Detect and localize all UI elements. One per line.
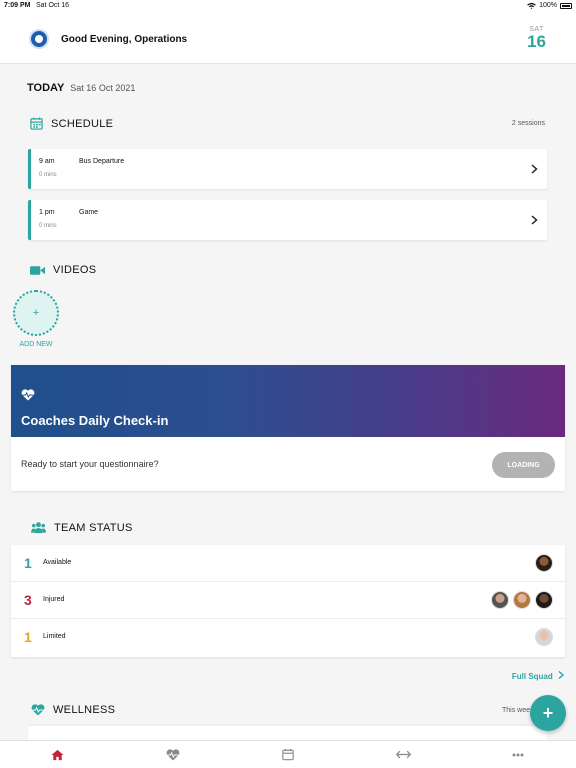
- team-label: Limited: [43, 633, 66, 640]
- add-video-plus: +: [32, 307, 40, 319]
- tab-transfers[interactable]: [346, 741, 461, 768]
- heartbeat-icon: [31, 704, 45, 716]
- tab-wellness[interactable]: [115, 741, 230, 768]
- more-icon: [512, 753, 524, 756]
- schedule-header: SCHEDULE: [30, 117, 113, 130]
- wellness-period[interactable]: This wee: [502, 707, 530, 714]
- team-status-title: TEAM STATUS: [54, 521, 133, 534]
- videos-header: VIDEOS: [30, 264, 96, 276]
- chevron-right-icon: [531, 164, 538, 174]
- arrows-horizontal-icon: [395, 750, 411, 759]
- avatar-group: [535, 628, 553, 646]
- avatar-group: [491, 591, 553, 609]
- session-duration: 0 mins: [39, 223, 57, 229]
- wellness-header: WELLNESS: [31, 704, 115, 716]
- checkin-title: Coaches Daily Check-in: [21, 413, 169, 428]
- team-row-injured[interactable]: 3 Injured: [11, 582, 565, 619]
- checkin-card: Coaches Daily Check-in Ready to start yo…: [11, 365, 565, 491]
- heartbeat-icon: [166, 748, 180, 760]
- checkin-prompt: Ready to start your questionnaire?: [21, 459, 159, 469]
- battery-icon: [560, 2, 572, 9]
- header-date[interactable]: SAT 16: [527, 26, 546, 51]
- avatar: [513, 591, 531, 609]
- greeting: Good Evening, Operations: [61, 34, 188, 45]
- add-fab-button[interactable]: +: [530, 695, 566, 731]
- avatar-group: [535, 554, 553, 572]
- session-name: Bus Departure: [79, 158, 125, 165]
- calendar-icon: [282, 748, 294, 761]
- team-row-limited[interactable]: 1 Limited: [11, 619, 565, 656]
- full-squad-link[interactable]: Full Squad: [511, 670, 565, 681]
- today-row: TODAY Sat 16 Oct 2021: [27, 82, 135, 94]
- header: Good Evening, Operations SAT 16: [0, 12, 576, 64]
- team-icon: [31, 522, 46, 534]
- videos-title: VIDEOS: [53, 264, 97, 276]
- club-logo: [29, 29, 49, 49]
- team-status-card: 1 Available 3 Injured 1 Limited: [11, 545, 565, 657]
- battery-percent: 100%: [539, 2, 557, 9]
- session-duration: 0 mins: [39, 172, 57, 178]
- heartbeat-icon: [21, 389, 35, 401]
- video-camera-icon: [30, 265, 45, 275]
- chevron-right-icon: [531, 215, 538, 225]
- team-row-available[interactable]: 1 Available: [11, 545, 565, 582]
- team-label: Injured: [43, 596, 65, 603]
- add-new-label[interactable]: ADD NEW: [12, 341, 60, 348]
- team-status-header: TEAM STATUS: [31, 521, 133, 534]
- team-count: 1: [24, 629, 32, 645]
- avatar: [535, 554, 553, 572]
- team-count: 3: [24, 592, 32, 608]
- loading-button[interactable]: LOADING: [492, 452, 555, 478]
- chevron-right-icon: [558, 670, 565, 680]
- wifi-icon: [527, 2, 536, 9]
- tab-bar: [0, 740, 576, 768]
- session-card[interactable]: 1 pm 0 mins Game: [28, 200, 547, 240]
- tab-more[interactable]: [461, 741, 576, 768]
- full-squad-label: Full Squad: [511, 672, 553, 681]
- avatar: [491, 591, 509, 609]
- header-day-number: 16: [527, 32, 546, 51]
- calendar-icon: [30, 117, 43, 130]
- session-card[interactable]: 9 am 0 mins Bus Departure: [28, 149, 547, 189]
- sessions-count: 2 sessions: [511, 120, 545, 127]
- team-label: Available: [43, 559, 72, 566]
- session-time: 9 am: [39, 158, 55, 165]
- team-count: 1: [24, 555, 32, 571]
- status-time: 7:09 PM: [4, 2, 31, 9]
- today-date: Sat 16 Oct 2021: [70, 83, 136, 93]
- status-right: 100%: [527, 2, 572, 9]
- add-video-button[interactable]: +: [13, 290, 59, 336]
- avatar: [535, 591, 553, 609]
- tab-home[interactable]: [0, 741, 115, 768]
- home-icon: [51, 749, 64, 760]
- status-bar: 7:09 PM Sat Oct 16 100%: [0, 0, 576, 12]
- schedule-title: SCHEDULE: [51, 117, 114, 130]
- session-name: Game: [79, 209, 99, 216]
- avatar: [535, 628, 553, 646]
- status-date: Sat Oct 16: [36, 2, 70, 9]
- wellness-title: WELLNESS: [53, 704, 116, 716]
- tab-calendar[interactable]: [230, 741, 345, 768]
- session-time: 1 pm: [39, 209, 55, 216]
- checkin-banner[interactable]: Coaches Daily Check-in: [11, 365, 565, 437]
- today-label: TODAY: [27, 82, 65, 94]
